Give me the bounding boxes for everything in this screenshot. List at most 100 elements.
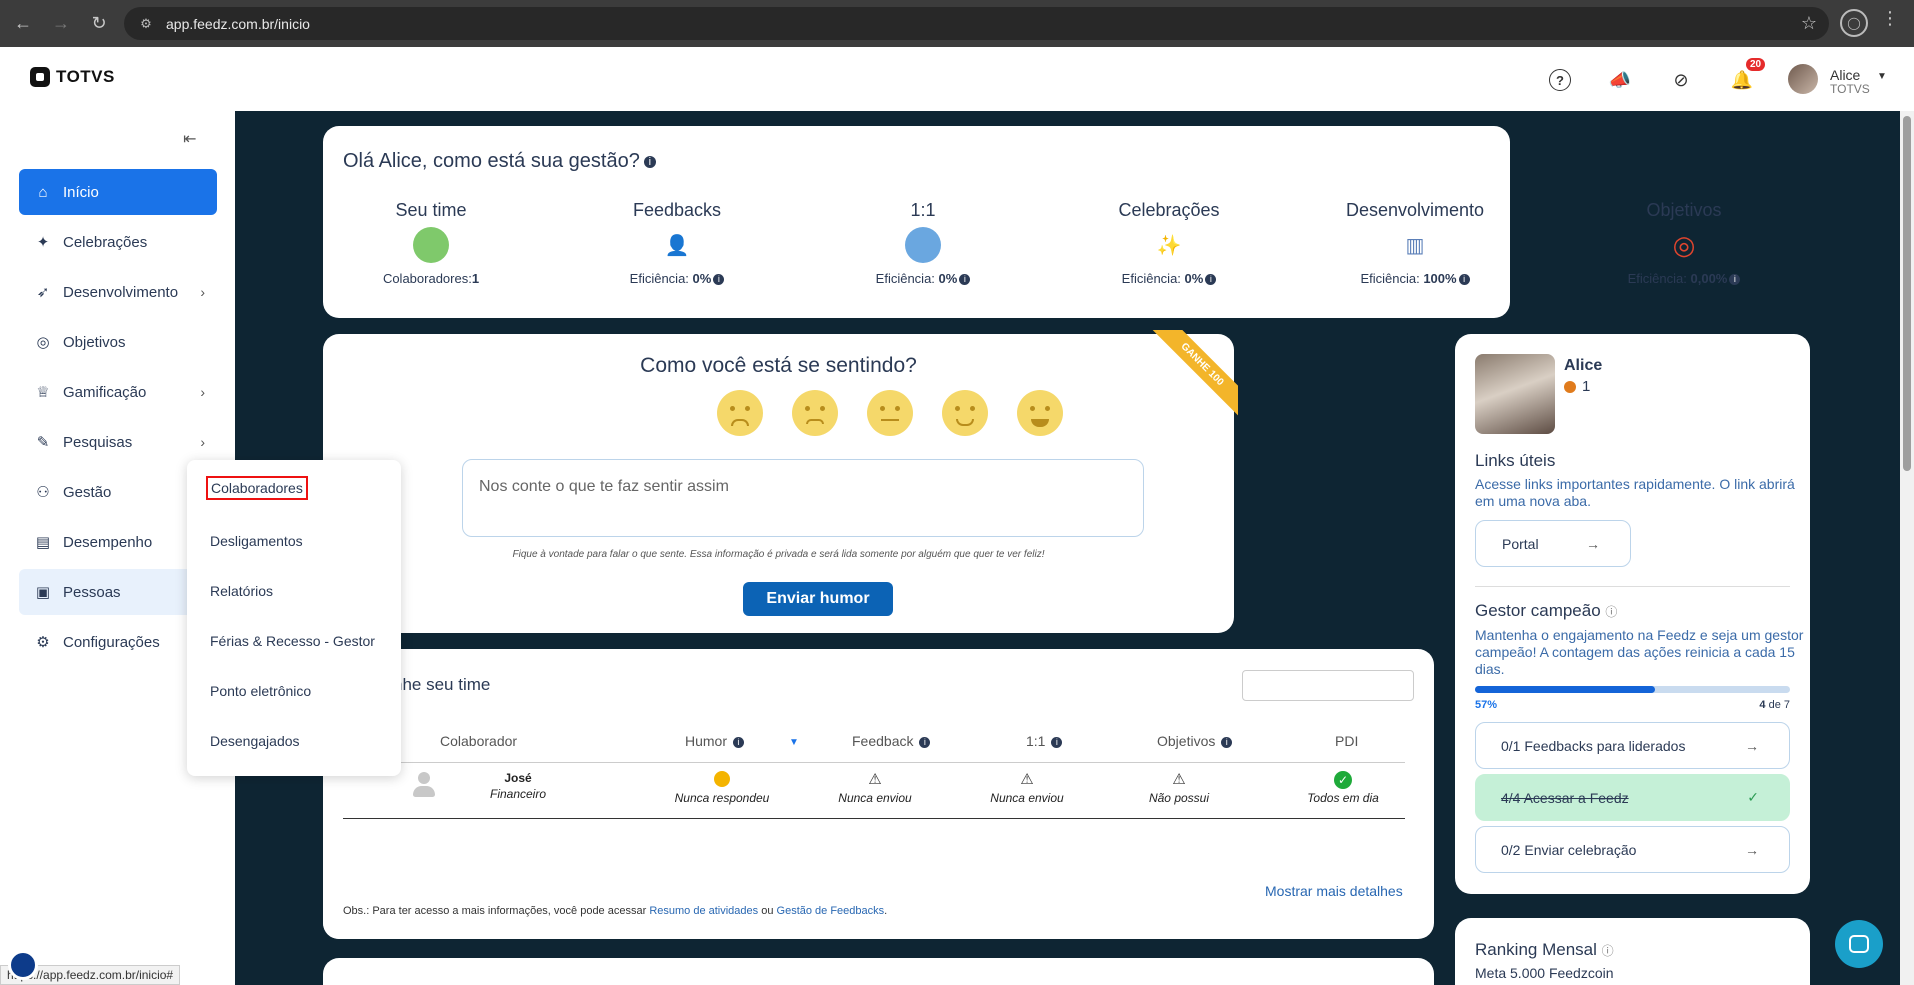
- submenu-item-ferias[interactable]: Férias & Recesso - Gestor: [210, 633, 375, 649]
- stat-value: Eficiência: 0% i: [808, 271, 1038, 286]
- section-divider: [1475, 586, 1790, 587]
- info-circle-icon[interactable]: ⓘ: [1602, 944, 1614, 958]
- sidebar-item-label: Desenvolvimento: [63, 283, 179, 301]
- sidebar-item-inicio[interactable]: ⌂ Início: [19, 169, 217, 215]
- task-feedbacks[interactable]: 0/1 Feedbacks para liderados →: [1475, 722, 1790, 769]
- stat-desenvolvimento[interactable]: Desenvolvimento ▥ Eficiência: 100% i: [1300, 200, 1530, 286]
- party-icon: ✦: [36, 234, 50, 251]
- site-info-icon[interactable]: ⚙: [136, 16, 156, 32]
- accessibility-icon[interactable]: [8, 950, 38, 980]
- page-scrollbar[interactable]: [1900, 111, 1914, 985]
- stat-value: Eficiência: 0,00% i: [1569, 271, 1799, 286]
- collapse-sidebar-icon[interactable]: ⇤: [183, 129, 196, 149]
- sidebar-item-label: Celebrações: [63, 233, 148, 251]
- sidebar-item-label: Pessoas: [63, 583, 121, 601]
- sidebar-item-pesquisas[interactable]: ✎ Pesquisas ›: [19, 419, 217, 465]
- stat-feedbacks[interactable]: Feedbacks 👤 Eficiência: 0% i: [562, 200, 792, 286]
- team-search-input[interactable]: [1242, 670, 1414, 701]
- chat-support-button[interactable]: [1835, 920, 1883, 968]
- coin-balance: 1: [1564, 378, 1590, 395]
- send-mood-button[interactable]: Enviar humor: [743, 582, 893, 616]
- ranking-subtitle: Meta 5.000 Feedzcoin: [1475, 965, 1614, 981]
- task-celebration[interactable]: 0/2 Enviar celebração →: [1475, 826, 1790, 873]
- url-text[interactable]: app.feedz.com.br/inicio: [166, 16, 310, 32]
- browser-menu-icon[interactable]: ⋮: [1880, 8, 1900, 29]
- activity-summary-link[interactable]: Resumo de atividades: [649, 905, 758, 917]
- column-header-colaborador[interactable]: Colaborador: [440, 733, 517, 749]
- column-header-humor[interactable]: Humor i: [685, 733, 744, 749]
- stat-celebracoes[interactable]: Celebrações ✨ Eficiência: 0% i: [1054, 200, 1284, 286]
- help-icon[interactable]: ?: [1547, 67, 1573, 93]
- info-icon[interactable]: i: [1729, 274, 1741, 286]
- info-icon[interactable]: i: [959, 274, 971, 286]
- obs-suffix: .: [884, 905, 888, 917]
- column-header-objetivos[interactable]: Objetivos i: [1157, 733, 1233, 749]
- mood-textarea[interactable]: Nos conte o que te faz sentir assim: [462, 459, 1144, 537]
- sad-face-icon[interactable]: [792, 390, 838, 436]
- column-header-feedback[interactable]: Feedback i: [852, 733, 931, 749]
- sidebar-item-gamificacao[interactable]: ♕ Gamificação ›: [19, 369, 217, 415]
- info-icon[interactable]: i: [1458, 274, 1470, 286]
- submenu-item-relatorios[interactable]: Relatórios: [210, 583, 273, 599]
- stat-label: Eficiência:: [1121, 271, 1185, 286]
- info-icon[interactable]: i: [1205, 274, 1217, 286]
- neutral-face-icon[interactable]: [867, 390, 913, 436]
- info-icon[interactable]: i: [713, 274, 725, 286]
- column-header-one-on-one[interactable]: 1:1 i: [1026, 733, 1063, 749]
- warning-icon: ⚠: [1172, 771, 1186, 788]
- info-icon[interactable]: i: [1221, 736, 1233, 748]
- hidden-eye-icon[interactable]: ⊘: [1668, 67, 1694, 93]
- coin-icon: [1564, 381, 1576, 394]
- portal-link-button[interactable]: Portal →: [1475, 520, 1631, 567]
- task-access-feedz[interactable]: 4/4 Acessar a Feedz ✓: [1475, 774, 1790, 821]
- address-bar[interactable]: ⚙ app.feedz.com.br/inicio ☆: [124, 7, 1829, 40]
- stat-label: Eficiência:: [629, 271, 693, 286]
- stat-value: Eficiência: 0% i: [1054, 271, 1284, 286]
- sidebar-item-desenvolvimento[interactable]: ➶ Desenvolvimento ›: [19, 269, 217, 315]
- people-icon: ▣: [35, 584, 51, 601]
- info-icon[interactable]: i: [643, 155, 656, 168]
- chart-icon: ▤: [35, 534, 51, 551]
- totvs-logo[interactable]: TOTVS: [30, 67, 115, 87]
- submenu-item-desengajados[interactable]: Desengajados: [210, 733, 300, 749]
- stat-seu-time[interactable]: Seu time Colaboradores:1: [316, 200, 546, 286]
- bookmark-star-icon[interactable]: ☆: [1801, 13, 1817, 34]
- feedback-status: Nunca enviou: [838, 791, 912, 805]
- megaphone-icon[interactable]: 📣: [1607, 67, 1633, 93]
- caret-down-icon[interactable]: ▼: [1877, 71, 1887, 82]
- info-icon[interactable]: i: [919, 736, 931, 748]
- show-more-details-link[interactable]: Mostrar mais detalhes: [1265, 883, 1403, 899]
- scrollbar-thumb[interactable]: [1903, 116, 1911, 471]
- submenu-item-ponto[interactable]: Ponto eletrônico: [210, 683, 311, 699]
- forward-icon[interactable]: →: [46, 9, 76, 39]
- stat-objetivos-display[interactable]: Objetivos ◎ Eficiência: 0,00% i: [1569, 200, 1799, 286]
- table-header-divider: [343, 762, 1405, 763]
- user-name[interactable]: Alice: [1830, 67, 1860, 83]
- info-icon[interactable]: i: [1051, 736, 1063, 748]
- submenu-item-desligamentos[interactable]: Desligamentos: [210, 533, 303, 549]
- reload-icon[interactable]: ↻: [84, 9, 114, 39]
- avatar[interactable]: [1788, 64, 1818, 94]
- profile-photo[interactable]: [1475, 354, 1555, 434]
- warning-icon: ⚠: [868, 771, 882, 788]
- smiling-face-icon[interactable]: [942, 390, 988, 436]
- fireworks-icon: ✨: [1156, 234, 1182, 257]
- sidebar-item-celebracoes[interactable]: ✦ Celebrações: [19, 219, 217, 265]
- submenu-item-colaboradores[interactable]: Colaboradores: [206, 476, 308, 500]
- info-circle-icon[interactable]: ⓘ: [1605, 605, 1617, 619]
- happy-face-icon[interactable]: [1017, 390, 1063, 436]
- crying-face-icon[interactable]: [717, 390, 763, 436]
- column-header-pdi[interactable]: PDI: [1335, 733, 1358, 749]
- stat-label: Eficiência:: [1627, 271, 1691, 286]
- logo-text: TOTVS: [56, 67, 115, 86]
- browser-profile-icon[interactable]: ◯: [1840, 9, 1868, 37]
- team-icon: ⚇: [36, 484, 50, 501]
- info-icon[interactable]: i: [732, 736, 744, 748]
- employee-name[interactable]: José: [478, 771, 558, 785]
- champion-title-text: Gestor campeão: [1475, 601, 1601, 620]
- back-icon[interactable]: ←: [8, 9, 38, 39]
- sidebar-item-objetivos[interactable]: ◎ Objetivos: [19, 319, 217, 365]
- feedback-management-link[interactable]: Gestão de Feedbacks: [777, 905, 885, 917]
- sort-down-icon[interactable]: ▼: [789, 737, 799, 748]
- stat-one-on-one[interactable]: 1:1 Eficiência: 0% i: [808, 200, 1038, 286]
